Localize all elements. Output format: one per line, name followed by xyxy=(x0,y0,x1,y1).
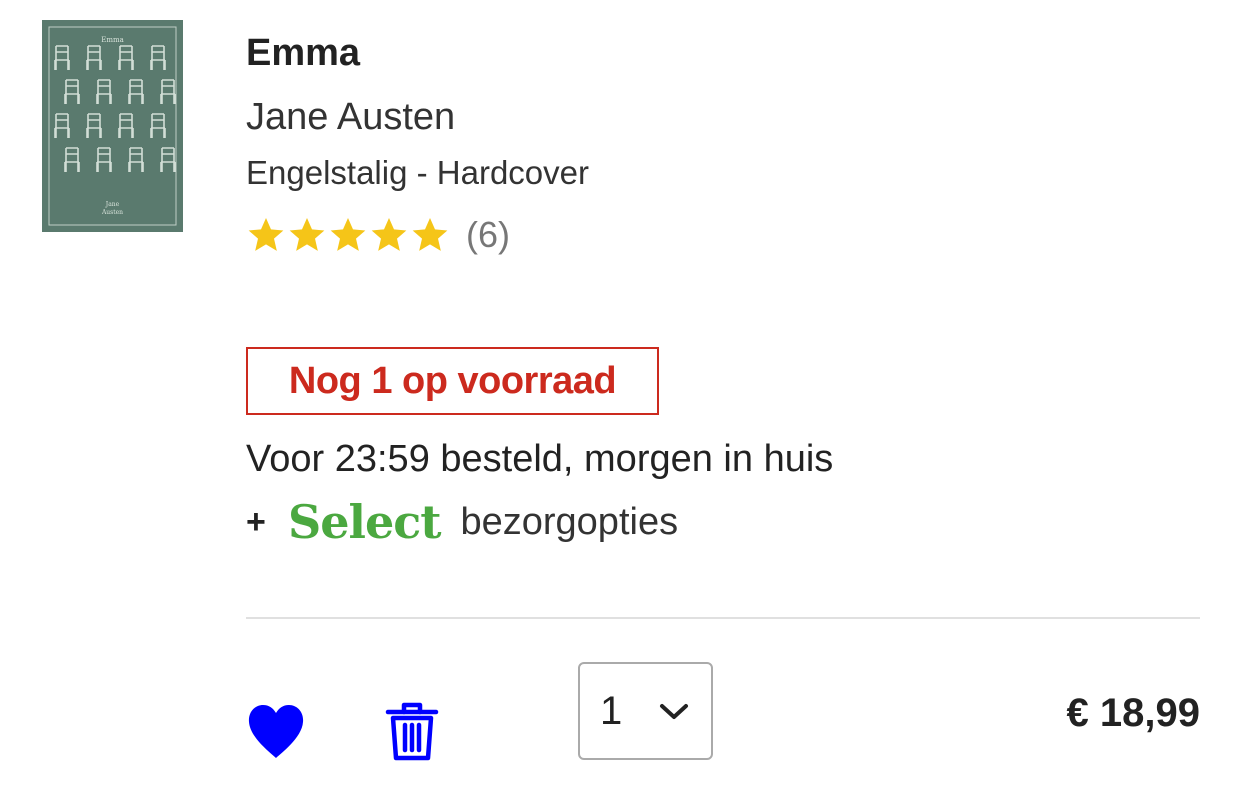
star-icon xyxy=(287,215,327,255)
product-rating[interactable]: (6) xyxy=(246,213,510,257)
rating-count: (6) xyxy=(466,214,510,255)
trash-icon xyxy=(384,700,440,764)
star-icon xyxy=(328,215,368,255)
heart-icon xyxy=(246,700,306,764)
cover-author-first: Jane xyxy=(105,201,120,208)
delete-button[interactable] xyxy=(384,700,440,764)
star-icon xyxy=(410,215,450,255)
select-logo: Select xyxy=(288,495,441,549)
plus-label: + xyxy=(246,502,266,541)
book-cover-image[interactable]: Emma Jane Austen xyxy=(42,20,183,232)
select-delivery-options[interactable]: + Select bezorgopties xyxy=(246,494,678,550)
cover-title: Emma xyxy=(101,36,124,44)
stock-badge: Nog 1 op voorraad xyxy=(246,347,659,415)
product-price: € 18,99 xyxy=(1066,691,1200,735)
divider xyxy=(246,617,1200,619)
quantity-select[interactable]: 1 xyxy=(578,662,713,760)
chevron-down-icon xyxy=(658,701,690,721)
select-options-label: bezorgopties xyxy=(460,500,679,543)
star-icon xyxy=(369,215,409,255)
rating-stars xyxy=(246,215,450,255)
delivery-promise: Voor 23:59 besteld, morgen in huis xyxy=(246,438,834,480)
product-title[interactable]: Emma xyxy=(246,28,360,78)
cover-author-last: Austen xyxy=(101,209,123,216)
star-icon xyxy=(246,215,286,255)
product-format: Engelstalig - Hardcover xyxy=(246,154,589,191)
quantity-value: 1 xyxy=(600,688,623,733)
book-cover-art: Emma Jane Austen xyxy=(42,20,183,232)
wishlist-button[interactable] xyxy=(246,700,306,764)
product-author[interactable]: Jane Austen xyxy=(246,93,455,141)
